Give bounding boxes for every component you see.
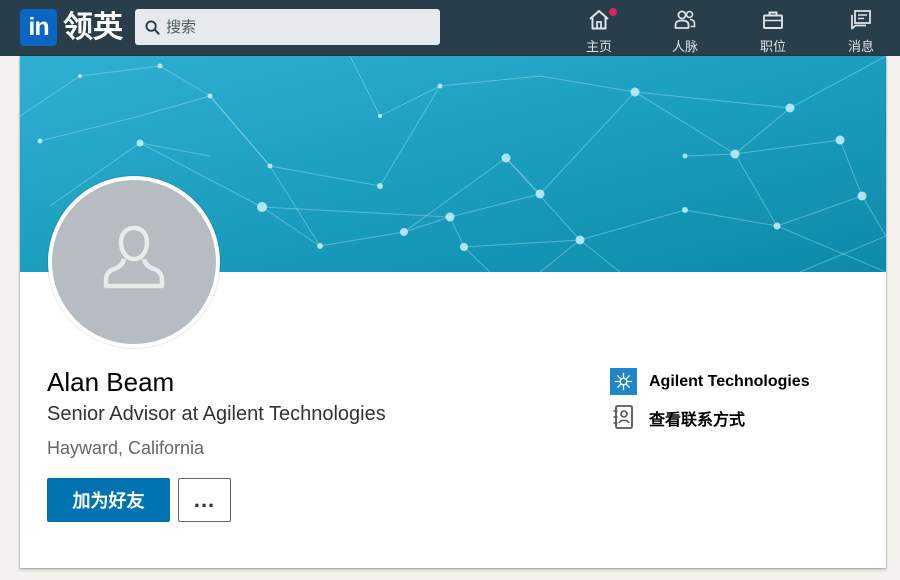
top-nav: in 领英 主页 人脉 职位 xyxy=(0,0,900,56)
nav-label-messages: 消息 xyxy=(847,40,874,55)
nav-item-network[interactable]: 人脉 xyxy=(655,8,715,55)
profile-location: Hayward, California xyxy=(47,438,205,458)
nav-label-home: 主页 xyxy=(585,40,612,55)
nav-item-home[interactable]: 主页 xyxy=(569,6,629,55)
person-placeholder-icon xyxy=(103,225,165,289)
more-actions-button[interactable]: ... xyxy=(178,478,231,522)
nav-label-jobs: 职位 xyxy=(759,40,786,55)
linkedin-brand[interactable]: in 领英 xyxy=(20,9,123,46)
nav-item-messages[interactable]: 消息 xyxy=(831,8,891,55)
nav-label-network: 人脉 xyxy=(671,40,698,55)
search-input[interactable] xyxy=(166,18,426,36)
agilent-logo-icon xyxy=(610,368,637,395)
search-icon xyxy=(145,19,160,35)
profile-name: Alan Beam xyxy=(47,367,175,397)
avatar[interactable] xyxy=(48,176,220,348)
company-name[interactable]: Agilent Technologies xyxy=(649,373,810,391)
notification-badge xyxy=(607,6,619,18)
messages-icon xyxy=(851,10,871,30)
profile-card: Alan Beam Senior Advisor at Agilent Tech… xyxy=(20,56,886,568)
contact-card-icon xyxy=(610,404,637,431)
contact-info-link[interactable]: 查看联系方式 xyxy=(610,404,745,431)
search-bar[interactable] xyxy=(135,9,440,45)
brand-name[interactable]: 领英 xyxy=(63,9,123,46)
linkedin-logo[interactable]: in xyxy=(20,9,57,46)
profile-headline: Senior Advisor at Agilent Technologies xyxy=(47,403,386,425)
people-icon xyxy=(674,10,696,29)
connect-button[interactable]: 加为好友 xyxy=(47,478,170,522)
nav-item-jobs[interactable]: 职位 xyxy=(743,8,803,55)
contact-info-label[interactable]: 查看联系方式 xyxy=(649,406,745,430)
current-company[interactable]: Agilent Technologies xyxy=(610,368,810,395)
briefcase-icon xyxy=(763,11,783,29)
